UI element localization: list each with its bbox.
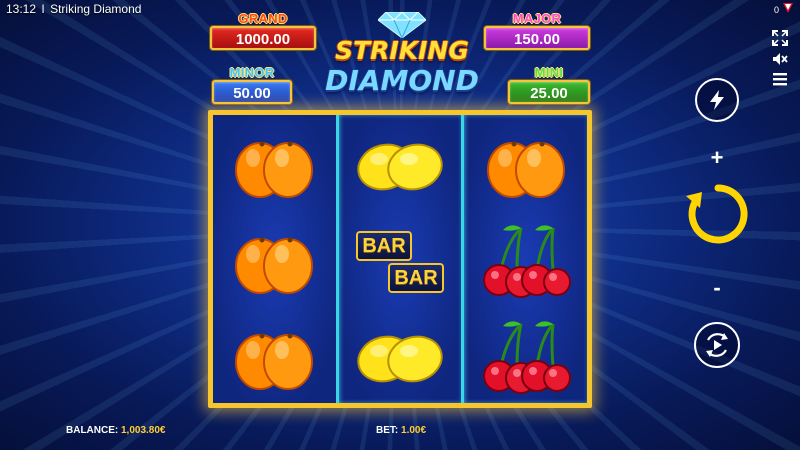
orange-icon: [235, 141, 314, 198]
symbol-orange: [213, 117, 336, 213]
provider-logo-icon: [782, 2, 794, 17]
autoplay-icon: [706, 333, 728, 357]
jackpot-grand-label: GRAND: [238, 11, 288, 26]
diamond-icon: [378, 12, 426, 38]
provider-brand: 0: [774, 2, 794, 17]
lemon-icon: [357, 143, 443, 191]
symbol-orange: [213, 309, 336, 405]
symbol-cherry: [464, 309, 587, 405]
symbol-cherry: [464, 213, 587, 309]
jackpot-major-value: 150.00: [484, 26, 590, 50]
cherry-icon: [482, 225, 571, 298]
jackpot-minor-label: MINOR: [229, 65, 275, 80]
bet-display: BET: 1.00€: [376, 425, 426, 436]
logo-word-striking: STRIKING: [335, 36, 469, 65]
reel-grid: BAR BAR: [208, 110, 592, 408]
game-logo: STRIKING DIAMOND: [324, 12, 480, 108]
reel-2: BAR BAR: [335, 115, 462, 405]
jackpot-major-label: MAJOR: [512, 11, 562, 26]
jackpot-mini: MINI 25.00: [508, 66, 590, 104]
decrease-bet-button[interactable]: -: [708, 277, 726, 300]
title-separator: I: [41, 2, 45, 16]
fullscreen-button[interactable]: [772, 30, 788, 46]
bet-value: 1.00€: [401, 425, 427, 436]
jackpot-minor: MINOR 50.00: [212, 66, 292, 104]
jackpot-major: MAJOR 150.00: [484, 12, 590, 50]
autoplay-button[interactable]: [694, 322, 740, 368]
reel-3: [461, 115, 588, 405]
symbol-orange: [464, 117, 587, 213]
bet-label: BET:: [376, 425, 399, 436]
brand-counter: 0: [773, 4, 779, 15]
jackpot-minor-value: 50.00: [212, 80, 292, 104]
cherry-icon: [482, 321, 571, 394]
jackpot-grand-value: 1000.00: [210, 26, 316, 50]
mute-icon: [773, 53, 788, 65]
symbol-lemon: [339, 309, 462, 405]
expand-icon: [772, 30, 788, 46]
balance-label: BALANCE:: [66, 425, 119, 436]
logo-word-diamond: DIAMOND: [325, 64, 479, 97]
jackpot-mini-value: 25.00: [508, 80, 590, 104]
clock: 13:12: [6, 2, 37, 16]
orange-icon: [486, 141, 565, 198]
symbol-orange: [213, 213, 336, 309]
orange-icon: [235, 237, 314, 294]
sound-toggle-button[interactable]: [772, 52, 788, 66]
symbol-lemon: [339, 117, 462, 213]
balance-value: 1,003.80€: [121, 425, 166, 436]
lightning-icon: [710, 90, 724, 110]
game-title: Striking Diamond: [50, 2, 142, 16]
menu-button[interactable]: [772, 72, 788, 86]
bar-stack: BAR BAR: [350, 221, 450, 301]
circular-arrow-icon: [686, 184, 748, 244]
bar-symbol-bottom: BAR: [388, 263, 444, 293]
reel-1: [213, 115, 336, 403]
jackpot-mini-label: MINI: [534, 65, 564, 80]
jackpot-grand: GRAND 1000.00: [210, 12, 316, 50]
lemon-icon: [357, 335, 443, 383]
bar-symbol-top: BAR: [356, 231, 412, 261]
balance-display: BALANCE: 1,003.80€: [66, 425, 166, 436]
turbo-button[interactable]: [695, 78, 739, 122]
increase-bet-button[interactable]: +: [706, 147, 728, 170]
symbol-bar: BAR BAR: [339, 213, 462, 309]
hamburger-icon: [773, 73, 787, 86]
spin-button[interactable]: [686, 182, 750, 246]
orange-icon: [235, 333, 314, 390]
